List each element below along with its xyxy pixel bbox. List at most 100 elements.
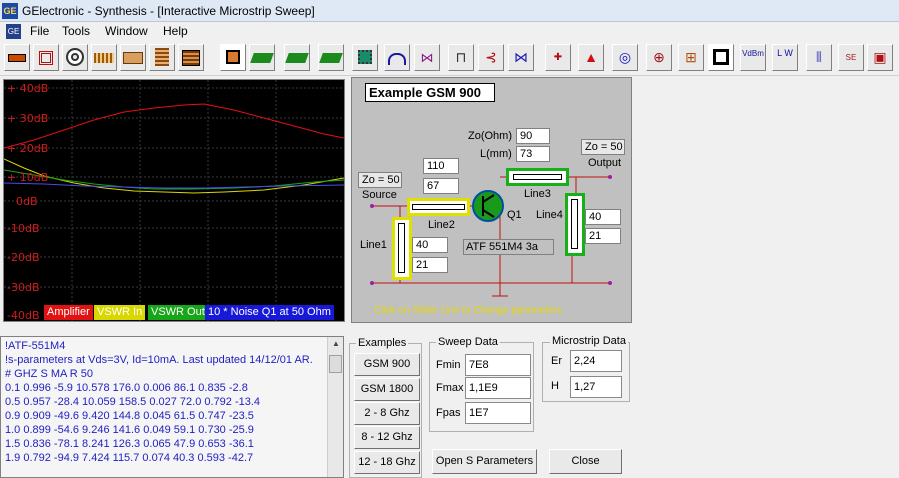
- er-field[interactable]: 2,24: [570, 350, 622, 372]
- gsm1800-button[interactable]: GSM 1800: [354, 378, 420, 401]
- plot-icon[interactable]: ▣: [867, 44, 893, 71]
- range-2-8-button[interactable]: 2 - 8 Ghz: [354, 402, 420, 425]
- sparam-line: 1.5 0.836 -78.1 8.241 126.3 0.065 47.9 0…: [5, 438, 254, 450]
- menu-window[interactable]: Window: [105, 24, 148, 38]
- open-s-parameters-button[interactable]: Open S Parameters: [432, 449, 537, 474]
- fpas-label: Fpas: [436, 407, 461, 419]
- output-label: Output: [588, 157, 622, 169]
- target-icon[interactable]: ⊕: [646, 44, 672, 71]
- device-name: ATF 551M4 3a: [463, 239, 554, 255]
- line1-label: Line1: [360, 239, 387, 251]
- db-label-minus40: -40dB: [7, 309, 40, 322]
- line2-label: Line2: [428, 219, 455, 231]
- legend-noise: 10 * Noise Q1 at 50 Ohm: [205, 305, 334, 320]
- bandpass-response-icon[interactable]: [384, 44, 410, 71]
- transformer-icon[interactable]: [178, 44, 204, 71]
- line3-l-field[interactable]: 73: [516, 146, 550, 162]
- coupled-line-3-icon[interactable]: [318, 44, 344, 71]
- menu-help[interactable]: Help: [163, 24, 188, 38]
- line2-zo-field[interactable]: 110: [423, 158, 459, 174]
- sparam-line: 1.0 0.899 -54.6 9.246 141.6 0.049 59.1 0…: [5, 424, 254, 436]
- line3-label: Line3: [524, 188, 551, 200]
- s-label: SE: [845, 53, 857, 62]
- db-label-40: + 40dB: [7, 82, 49, 95]
- matching-icon[interactable]: ⋈: [508, 44, 534, 71]
- capacitor-icon[interactable]: [33, 44, 59, 71]
- er-label: Er: [551, 355, 562, 367]
- diplexer-icon[interactable]: ⊰: [478, 44, 504, 71]
- fmax-field[interactable]: 1,1E9: [465, 377, 531, 399]
- stub-icon[interactable]: ⫴: [806, 44, 832, 71]
- scroll-thumb[interactable]: [329, 355, 342, 373]
- s-parameters-text[interactable]: !ATF-551M4 !s-parameters at Vds=3V, Id=1…: [0, 336, 344, 478]
- scroll-up-icon[interactable]: ▲: [330, 339, 342, 353]
- system-menu-icon[interactable]: GE: [6, 24, 21, 39]
- line3-slider[interactable]: [506, 168, 569, 186]
- source-label: Source: [362, 189, 397, 201]
- crystal-icon[interactable]: [120, 44, 146, 71]
- coupled-line-icon[interactable]: [249, 44, 275, 71]
- crosshair-icon[interactable]: ⊞: [678, 44, 704, 71]
- fmin-field[interactable]: 7E8: [465, 354, 531, 376]
- legend-vswr-in: VSWR In: [94, 305, 146, 320]
- line4-label: Line4: [536, 209, 563, 221]
- l-label: L(mm): [480, 148, 512, 160]
- line1-slider[interactable]: [392, 217, 412, 280]
- zo-left-box: Zo = 50: [358, 172, 402, 188]
- menu-tools[interactable]: Tools: [62, 24, 90, 38]
- amplifier-curve: [4, 103, 344, 149]
- line2-l-field[interactable]: 67: [423, 178, 459, 194]
- line3-zo-field[interactable]: 90: [516, 128, 550, 144]
- menu-file[interactable]: File: [30, 24, 49, 38]
- ladder-icon[interactable]: [708, 44, 734, 71]
- range-8-12-button[interactable]: 8 - 12 Ghz: [354, 426, 420, 449]
- close-button[interactable]: Close: [549, 449, 622, 474]
- s-params-icon[interactable]: SE: [838, 44, 864, 71]
- db-label-minus30: -30dB: [7, 281, 40, 294]
- line4-slider[interactable]: [565, 193, 585, 256]
- smith-chart-icon[interactable]: ▲: [578, 44, 604, 71]
- gsm900-button[interactable]: GSM 900: [354, 353, 420, 376]
- s-parameters-scrollbar[interactable]: ▲: [327, 337, 343, 477]
- butterworth-icon[interactable]: ⋈: [414, 44, 440, 71]
- line1-l-field[interactable]: 21: [412, 257, 448, 273]
- sweep-data-title: Sweep Data: [436, 336, 500, 348]
- chip-icon[interactable]: [352, 44, 378, 71]
- db-label-minus10: -10dB: [7, 222, 40, 235]
- lw-calc-icon[interactable]: L W: [772, 44, 798, 71]
- line4-zo-field[interactable]: 40: [585, 209, 621, 225]
- zo-right-box: Zo = 50: [581, 139, 625, 155]
- cross-icon[interactable]: ✚: [545, 44, 571, 71]
- sparam-line: !s-parameters at Vds=3V, Id=10mA. Last u…: [5, 354, 313, 366]
- resistor-icon[interactable]: [4, 44, 30, 71]
- network-icon[interactable]: ⊓: [448, 44, 474, 71]
- db-label-10: + 10dB: [7, 171, 49, 184]
- microstrip-data-title: Microstrip Data: [550, 335, 628, 347]
- antenna-icon[interactable]: ◎: [612, 44, 638, 71]
- stripline-icon[interactable]: [220, 44, 246, 71]
- lw-label: L W: [777, 48, 793, 58]
- toolbar: ⋈ ⊓ ⊰ ⋈ ✚ ▲ ◎ ⊕ ⊞ VdBm L W ⫴ SE ▣: [0, 42, 899, 76]
- line4-l-field[interactable]: 21: [585, 228, 621, 244]
- coupled-line-2-icon[interactable]: [284, 44, 310, 71]
- dbm-converter-icon[interactable]: VdBm: [740, 44, 766, 71]
- grid: [4, 80, 344, 321]
- fpas-field[interactable]: 1E7: [465, 402, 531, 424]
- menu-bar: GE File Tools Window Help: [0, 22, 899, 42]
- sparam-line: 0.1 0.996 -5.9 10.578 176.0 0.006 86.1 0…: [5, 382, 248, 394]
- transistor-label: Q1: [507, 209, 522, 221]
- filter-block-icon[interactable]: [149, 44, 175, 71]
- h-label: H: [551, 380, 559, 392]
- line2-slider[interactable]: [407, 198, 470, 216]
- db-label-20: + 20dB: [7, 142, 49, 155]
- line1-zo-field[interactable]: 40: [412, 237, 448, 253]
- db-label-30: + 30dB: [7, 112, 49, 125]
- h-field[interactable]: 1,27: [570, 376, 622, 398]
- spiral-inductor-icon[interactable]: [62, 44, 88, 71]
- sparam-line: !ATF-551M4: [5, 340, 66, 352]
- examples-title: Examples: [356, 337, 409, 349]
- legend-amplifier: Amplifier: [44, 305, 93, 320]
- range-12-18-button[interactable]: 12 - 18 Ghz: [354, 451, 420, 474]
- sparam-line: # GHZ S MA R 50: [5, 368, 94, 380]
- coil-icon[interactable]: [91, 44, 117, 71]
